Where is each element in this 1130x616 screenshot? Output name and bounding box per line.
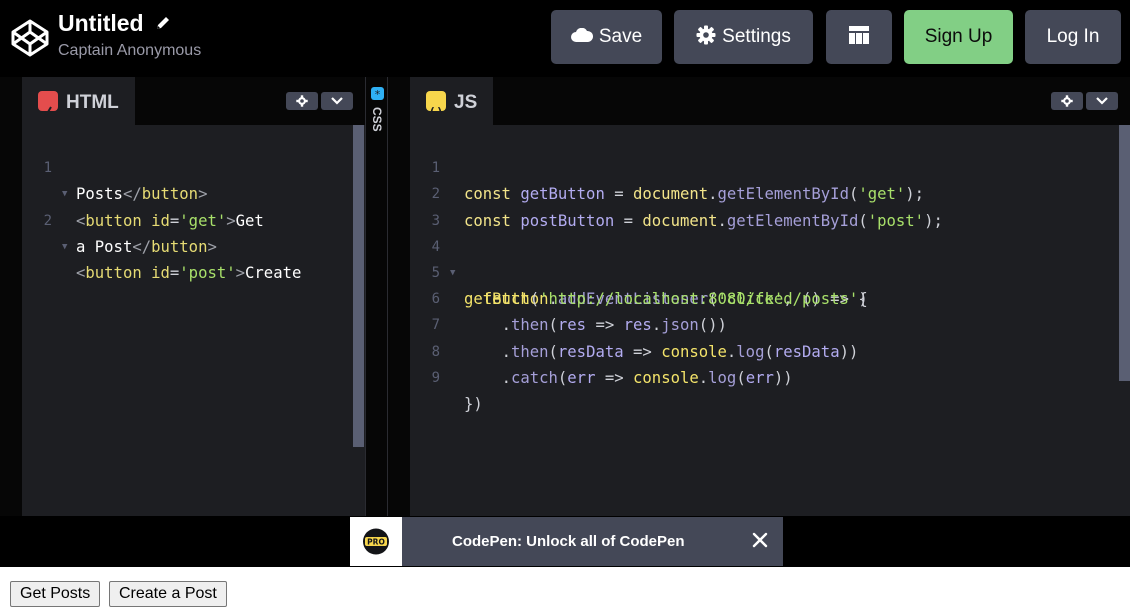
code-line: 1 const getButton = document.getElementB… [431,160,925,204]
settings-button-label: Settings [722,26,791,47]
tab-js-label: JS [454,92,478,113]
code-line: Posts</button> [76,185,208,204]
layout-grid-icon [849,25,869,44]
codepen-logo-icon[interactable] [10,18,50,58]
html-badge-icon [38,90,58,118]
tab-css-label: CSS [370,107,384,132]
code-line: 3 [431,212,440,229]
html-pane-controls [283,92,353,110]
pen-title[interactable]: Untitled [58,9,144,37]
js-pane-header: () JS [410,77,1130,125]
result-preview: Get Posts Create a Post [0,567,1130,616]
svg-text:PRO: PRO [367,538,385,547]
editors-area: HTML 1 ▼ <button id='get'>Get Posts</but… [0,77,1130,516]
tab-html[interactable]: HTML [22,77,135,125]
tab-html-label: HTML [66,92,119,113]
pencil-icon[interactable] [154,14,172,32]
code-line: 9 }) [431,369,483,413]
html-collapse-button[interactable] [321,92,353,110]
js-badge-icon: () [426,90,446,121]
code-line: 2 ▼ <button id='post'>Create [43,212,302,282]
code-line: 4 ▼ getButton.addEventListener('click', … [431,238,868,309]
html-settings-button[interactable] [286,92,318,110]
css-collapsed-tab[interactable]: * CSS [365,77,388,516]
log-in-button[interactable]: Log In [1025,10,1121,64]
pro-badge-icon: PRO [350,517,402,566]
gear-icon [696,25,716,45]
js-code-editor[interactable]: 1 const getButton = document.getElementB… [410,125,1130,516]
js-collapse-button[interactable] [1086,92,1118,110]
save-button-label: Save [598,26,643,47]
gear-icon [1061,95,1073,107]
chevron-down-icon [1096,97,1108,105]
code-line: a Post</button> [76,237,217,256]
code-line: 6 .then(res => res.json()) [431,291,727,335]
pro-upsell-banner[interactable]: PRO CodePen: Unlock all of CodePen [350,517,783,566]
chevron-down-icon [331,97,343,105]
sign-up-button[interactable]: Sign Up [904,10,1013,64]
get-posts-button[interactable]: Get Posts [10,581,101,607]
code-line: 8 .catch(err => console.log(err)) [431,343,793,387]
top-header: Untitled Captain Anonymous Save Settings… [0,0,1130,77]
html-code-editor[interactable]: 1 ▼ <button id='get'>Get Posts</button> … [22,125,365,516]
cloud-icon [570,27,593,42]
svg-text:(): () [428,106,444,121]
js-editor-scrollbar[interactable] [1119,125,1130,381]
create-post-button[interactable]: Create a Post [109,581,227,607]
promo-text: CodePen: Unlock all of CodePen [452,533,685,550]
tab-js[interactable]: () JS [410,77,494,125]
settings-button[interactable]: Settings [674,10,813,64]
code-line: 1 ▼ <button id='get'>Get [43,160,264,230]
gear-icon [296,95,308,107]
svg-text:*: * [375,88,381,100]
promo-bar: PRO CodePen: Unlock all of CodePen [0,516,1130,567]
js-settings-button[interactable] [1051,92,1083,110]
html-editor-scrollbar[interactable] [353,125,364,447]
close-icon[interactable] [750,530,770,550]
html-editor-pane: HTML 1 ▼ <button id='get'>Get Posts</but… [22,77,365,516]
code-line: 5 fetch('http://localhost:8080/feed/post… [431,264,868,309]
code-line: 7 .then(resData => console.log(resData)) [431,317,859,361]
js-editor-pane: () JS 1 const getButton = document.getEl… [410,77,1130,516]
js-pane-controls [1048,92,1118,110]
html-pane-header: HTML [22,77,365,125]
save-button[interactable]: Save [551,10,662,64]
css-badge-icon: * [371,87,384,101]
pen-author[interactable]: Captain Anonymous [58,41,201,61]
change-view-button[interactable] [826,10,892,64]
code-line: 2 const postButton = document.getElement… [431,186,943,230]
pen-title-block: Untitled Captain Anonymous [58,9,201,61]
